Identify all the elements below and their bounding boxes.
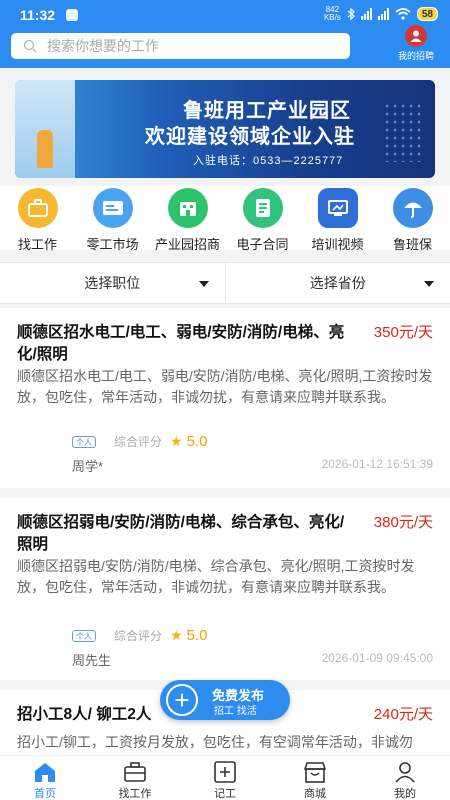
building-icon	[167, 188, 208, 228]
job-meta: 个人 综合评分 ★ 5.0	[72, 433, 207, 450]
my-recruit-button[interactable]: 我的招聘	[388, 25, 444, 62]
search-icon	[23, 39, 37, 53]
category-find-job[interactable]: 找工作	[0, 186, 75, 252]
position-filter[interactable]: 选择职位	[0, 263, 225, 303]
banner-subtitle: 欢迎建设领域企业入驻	[145, 126, 355, 148]
user-icon	[395, 762, 415, 783]
category-luban-insurance[interactable]: 鲁班保	[375, 186, 450, 252]
card-icon	[92, 188, 133, 228]
tab-find-job[interactable]: 找工作	[90, 756, 180, 800]
search-input[interactable]: 搜索你想要的工作	[11, 33, 350, 59]
video-icon	[317, 188, 358, 228]
chevron-down-icon	[198, 281, 209, 287]
rating-label: 综合评分	[114, 629, 163, 643]
recruit-icon	[405, 25, 427, 47]
wifi-icon	[395, 8, 411, 20]
banner-phone: 入驻电话：0533—2225777	[193, 155, 344, 167]
status-bar: 11:32 842 KB/s 58	[0, 0, 450, 30]
chevron-down-icon	[424, 281, 434, 287]
category-industrial-park[interactable]: 产业园招商	[150, 186, 225, 252]
poster-type-badge: 个人	[72, 435, 96, 448]
rating-score: 5.0	[186, 627, 208, 644]
poster-type-badge: 个人	[72, 629, 96, 642]
category-training-video[interactable]: 培训视频	[300, 186, 375, 252]
post-date: 2026-01-12 16:51:39	[321, 457, 433, 471]
tab-home[interactable]: 首页	[0, 756, 90, 800]
my-recruit-label: 我的招聘	[397, 51, 434, 61]
star-icon: ★	[170, 433, 183, 449]
rating-score: 5.0	[186, 433, 208, 450]
province-filter[interactable]: 选择省份	[224, 263, 450, 303]
job-price: 380元/天	[373, 514, 433, 531]
plus-icon: +	[166, 684, 198, 716]
briefcase-icon	[124, 762, 146, 782]
notification-icon	[66, 9, 78, 21]
star-icon: ★	[170, 627, 183, 643]
net-speed: 842 KB/s	[323, 5, 341, 22]
tab-record[interactable]: 记工	[180, 756, 270, 800]
bottom-tab-bar: 首页 找工作 记工 商城 我的	[0, 755, 450, 800]
banner-title: 鲁班用工产业园区	[183, 100, 351, 122]
publish-sublabel: 招工 找活	[214, 706, 257, 717]
post-date: 2026-01-09 09:45:00	[321, 651, 433, 665]
job-card[interactable]: 顺德区招弱电/安防/消防/电梯、综合承包、亮化/照明 380元/天 顺德区招弱电…	[0, 498, 450, 680]
poster-name: 周先生	[72, 653, 112, 668]
umbrella-icon	[392, 188, 433, 228]
poster-name: 周学*	[72, 459, 104, 474]
signal-icon-2	[377, 8, 389, 20]
banner-pattern	[383, 102, 423, 162]
job-card[interactable]: 顺德区招水电工/电工、弱电/安防/消防/电梯、亮化/照明 350元/天 顺德区招…	[0, 308, 450, 488]
category-gig-market[interactable]: 零工市场	[75, 186, 150, 252]
rating-label: 综合评分	[114, 435, 163, 449]
publish-button[interactable]: + 免费发布 招工 找活	[160, 680, 290, 720]
battery-indicator: 58	[416, 7, 438, 21]
job-description: 顺德区招水电工/电工、弱电/安防/消防/电梯、亮化/照明,工资按时发放，包吃住，…	[17, 368, 433, 405]
category-e-contract[interactable]: 电子合同	[225, 186, 300, 252]
search-placeholder: 搜索你想要的工作	[47, 38, 159, 54]
job-price: 350元/天	[373, 324, 433, 341]
job-meta: 个人 综合评分 ★ 5.0	[72, 627, 207, 644]
promo-banner[interactable]: 鲁班用工产业园区 欢迎建设领域企业入驻 入驻电话：0533—2225777	[15, 80, 435, 178]
signal-icon	[360, 8, 372, 20]
status-time: 11:32	[20, 7, 56, 23]
bluetooth-icon	[347, 8, 355, 20]
tab-mine[interactable]: 我的	[360, 756, 450, 800]
record-icon	[214, 761, 236, 783]
job-description: 顺德区招弱电/安防/消防/电梯、综合承包、亮化/照明,工资按时发放，包吃住，常年…	[17, 558, 415, 595]
home-icon	[35, 763, 55, 782]
worker-figure	[37, 130, 53, 168]
app-header: 11:32 842 KB/s 58 搜索你想要的工作 我的招聘	[0, 0, 450, 68]
job-price: 240元/天	[373, 706, 433, 723]
briefcase-icon	[17, 188, 58, 228]
shop-icon	[303, 762, 327, 783]
filter-bar: 选择职位 选择省份	[0, 262, 450, 304]
category-grid: 找工作 零工市场 产业园招商 电子合同 培训视频 鲁班保	[0, 186, 450, 252]
contract-icon	[242, 188, 283, 228]
job-title: 顺德区招水电工/电工、弱电/安防/消防/电梯、亮化/照明	[17, 324, 345, 363]
job-title: 顺德区招弱电/安防/消防/电梯、综合承包、亮化/照明	[17, 514, 345, 553]
tab-shop[interactable]: 商城	[270, 756, 360, 800]
